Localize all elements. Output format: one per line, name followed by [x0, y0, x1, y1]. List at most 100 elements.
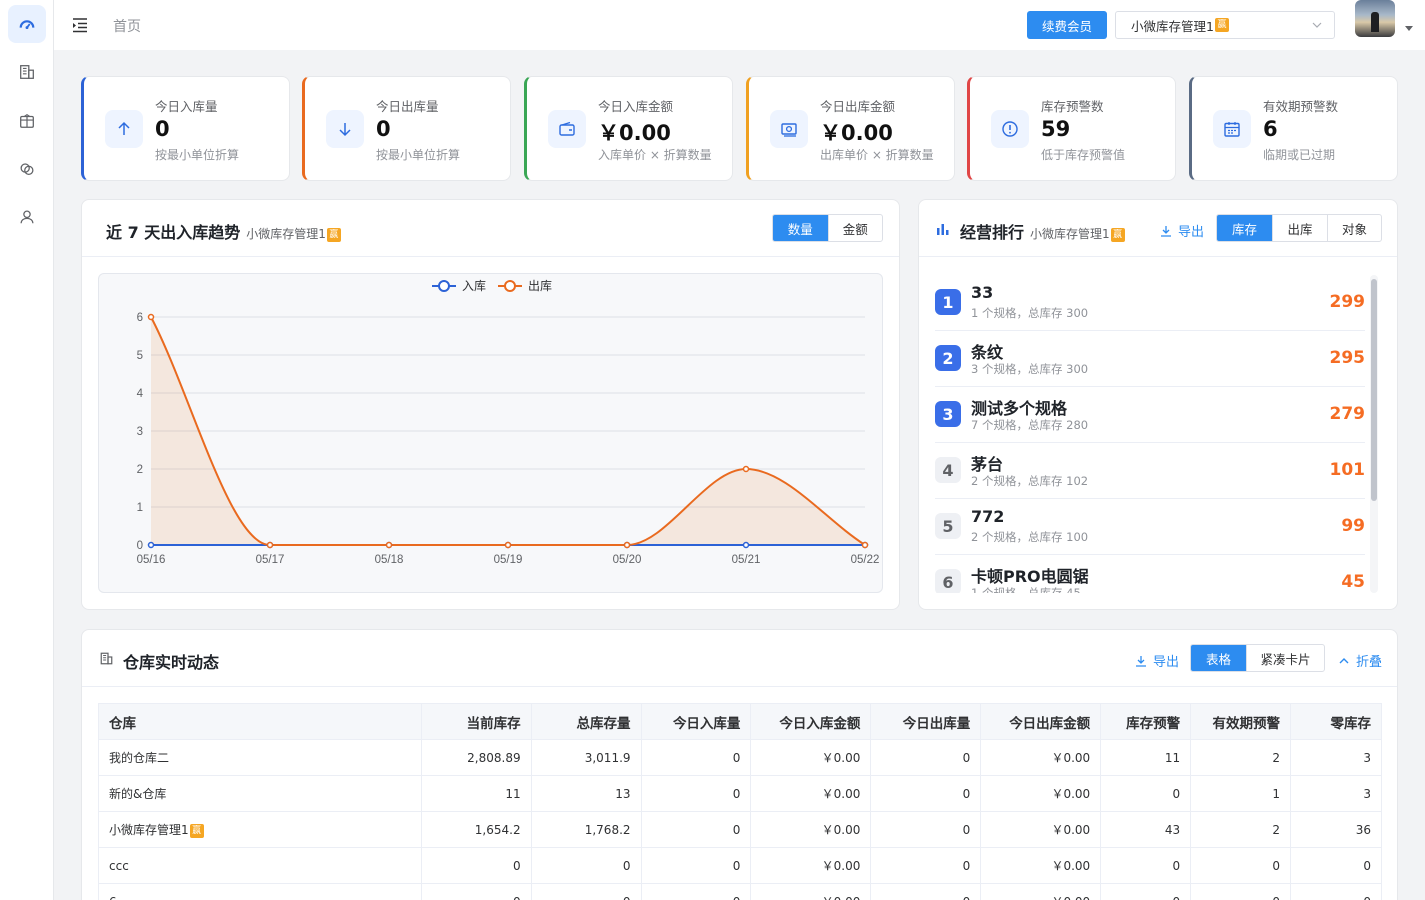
- ranking-item[interactable]: 2 条纹 3 个规格，总库存 300 295: [935, 331, 1365, 387]
- table-cell: 0: [640, 883, 752, 900]
- table-cell: 36: [1290, 811, 1382, 848]
- stat-card-expiry-alert[interactable]: 有效期预警数 6 临期或已过期: [1189, 76, 1398, 181]
- data-point: [147, 541, 155, 549]
- ranking-export-label: 导出: [1178, 225, 1205, 240]
- table-cell: ￥0.00: [750, 847, 872, 884]
- rank-item-value: 99: [1341, 516, 1365, 536]
- cell-text: 0: [963, 895, 971, 900]
- rank-item-name: 卡顿PRO电圆锯: [971, 567, 1089, 586]
- table-cell: ￥0.00: [980, 811, 1102, 848]
- stat-card-outbound-amount[interactable]: 今日出库金额 ￥0.00 出库单价 × 折算数量: [746, 76, 955, 181]
- table-row[interactable]: ccc 0 0 0 ￥0.00 0 ￥0.00 0 0 0: [98, 847, 1382, 884]
- stat-card-inbound-amount[interactable]: 今日入库金额 ￥0.00 入库单价 × 折算数量: [524, 76, 733, 181]
- breadcrumb[interactable]: 首页: [113, 16, 141, 36]
- cell-text: ￥0.00: [1051, 823, 1091, 837]
- stat-label: 今日入库量: [155, 99, 218, 114]
- ranking-item[interactable]: 6 卡顿PRO电圆锯 1 个规格，总库存 45 45: [935, 555, 1365, 593]
- stat-card-inbound-qty[interactable]: 今日入库量 0 按最小单位折算: [81, 76, 290, 181]
- stat-value: ￥0.00: [820, 121, 893, 145]
- wallet-icon: [548, 110, 586, 148]
- ranking-store-label: 小微库存管理1 赢: [1030, 227, 1125, 242]
- tab-compact-card[interactable]: 紧凑卡片: [1246, 645, 1324, 671]
- column-header: 今日入库量: [640, 703, 752, 740]
- sidebar-item-relations[interactable]: [8, 150, 46, 188]
- warehouse-export-button[interactable]: 导出: [1135, 651, 1179, 670]
- ranking-scrollbar[interactable]: [1370, 275, 1378, 593]
- sidebar-item-dashboard[interactable]: [8, 5, 46, 43]
- collapse-button[interactable]: 折叠: [1338, 651, 1382, 670]
- table-row[interactable]: 新的&仓库 11 13 0 ￥0.00 0 ￥0.00 0 1 3: [98, 775, 1382, 812]
- cell-text: 43: [1164, 822, 1181, 837]
- cell-text: 0: [733, 895, 741, 900]
- caret-down-icon[interactable]: [1405, 26, 1413, 31]
- rank-badge: 5: [935, 513, 961, 539]
- table-cell: 0: [1190, 883, 1292, 900]
- sidebar-item-goods[interactable]: [8, 102, 46, 140]
- ranking-scrollbar-thumb[interactable]: [1371, 279, 1377, 501]
- table-row[interactable]: 我的仓库二 2,808.89 3,011.9 0 ￥0.00 0 ￥0.00 11 2 3: [98, 739, 1382, 776]
- toggle-amount[interactable]: 金额: [827, 215, 883, 241]
- stat-value: ￥0.00: [598, 121, 671, 145]
- data-point: [861, 541, 869, 549]
- cell-text: 3,011.9: [584, 750, 631, 765]
- tab-object[interactable]: 对象: [1327, 215, 1381, 241]
- sidebar-item-user[interactable]: [8, 198, 46, 236]
- cell-text: 0: [1363, 895, 1371, 900]
- ranking-item[interactable]: 4 茅台 2 个规格，总库存 102 101: [935, 443, 1365, 499]
- cell-text: 0: [1272, 858, 1281, 873]
- rank-item-name: 33: [971, 283, 994, 302]
- avatar[interactable]: [1355, 0, 1395, 37]
- rank-badge: 3: [935, 401, 961, 427]
- rank-badge: 6: [935, 569, 961, 593]
- warehouse-panel-header: 仓库实时动态 导出 表格 紧凑卡片 折叠: [82, 630, 1397, 687]
- trend-title: 近 7 天出入库趋势 小微库存管理1 赢: [106, 219, 341, 243]
- sidebar-item-warehouse[interactable]: [8, 53, 46, 91]
- topbar: 首页 续费会员 小微库存管理1 赢: [54, 0, 1425, 50]
- arrow-down-icon: [326, 110, 364, 148]
- table-row[interactable]: 6 0 0 0 ￥0.00 0 ￥0.00 0 0 0: [98, 883, 1382, 900]
- cell-text: 0: [732, 750, 741, 765]
- stat-subtitle: 低于库存预警值: [1041, 148, 1126, 162]
- stat-card-stock-alert[interactable]: 库存预警数 59 低于库存预警值: [967, 76, 1176, 181]
- rank-item-value: 279: [1329, 404, 1366, 424]
- rank-item-detail: 7 个规格，总库存 280: [971, 418, 1089, 432]
- table-cell: ￥0.00: [980, 883, 1102, 900]
- cell-text: 36: [1355, 822, 1371, 837]
- renew-membership-button[interactable]: 续费会员: [1027, 11, 1107, 39]
- stat-card-outbound-qty[interactable]: 今日出库量 0 按最小单位折算: [302, 76, 511, 181]
- tab-outbound[interactable]: 出库: [1272, 215, 1327, 241]
- trend-chart: 0 1 2 3 4 5 6 05/16 05/17 05/18 05/19 05/20 05/21 05/…: [98, 273, 883, 593]
- table-cell: 13: [530, 775, 642, 812]
- store-select[interactable]: 小微库存管理1 赢: [1115, 11, 1335, 39]
- stat-label: 库存预警数: [1041, 99, 1104, 114]
- ranking-item[interactable]: 5 772 2 个规格，总库存 100 99: [935, 499, 1365, 555]
- table-cell: 0: [640, 847, 752, 884]
- ranking-export-button[interactable]: 导出: [1160, 221, 1204, 240]
- menu-toggle-icon[interactable]: [70, 15, 90, 35]
- ranking-item[interactable]: 1 33 1 个规格，总库存 300 299: [935, 275, 1365, 331]
- download-icon: [1161, 225, 1171, 237]
- tab-stock[interactable]: 库存: [1217, 215, 1272, 241]
- cell-text: 0: [732, 786, 741, 801]
- column-header: 零库存: [1290, 703, 1382, 740]
- tab-table[interactable]: 表格: [1191, 645, 1246, 671]
- table-cell: 6: [98, 883, 422, 900]
- cell-text: 0: [732, 858, 741, 873]
- toggle-quantity[interactable]: 数量: [773, 215, 828, 241]
- cell-text: ￥0.00: [1051, 751, 1091, 765]
- rank-item-detail: 3 个规格，总库存 300: [971, 362, 1089, 376]
- stat-label: 有效期预警数: [1263, 99, 1339, 114]
- ranking-title: 经营排行 小微库存管理1 赢: [960, 219, 1125, 243]
- rank-item-detail: 1 个规格，总库存 300: [971, 306, 1089, 320]
- table-row[interactable]: 小微库存管理1 赢 1,654.2 1,768.2 0 ￥0.00 0 ￥0.00 43 2 36: [98, 811, 1382, 848]
- table-cell: 0: [1100, 847, 1192, 884]
- cell-text: 0: [512, 858, 521, 873]
- table-cell: 0: [870, 883, 982, 900]
- trend-panel: 近 7 天出入库趋势 小微库存管理1 赢 数量 金额 0 1 2 3 4 5 6 05/16 05/…: [81, 199, 900, 610]
- rank-item-name: 772: [971, 507, 1005, 526]
- ranking-item[interactable]: 3 测试多个规格 7 个规格，总库存 280 279: [935, 387, 1365, 443]
- dashboard-icon: [19, 20, 35, 30]
- column-header: 仓库: [98, 703, 422, 740]
- table-cell: ￥0.00: [750, 775, 872, 812]
- rank-item-name: 测试多个规格: [971, 399, 1068, 418]
